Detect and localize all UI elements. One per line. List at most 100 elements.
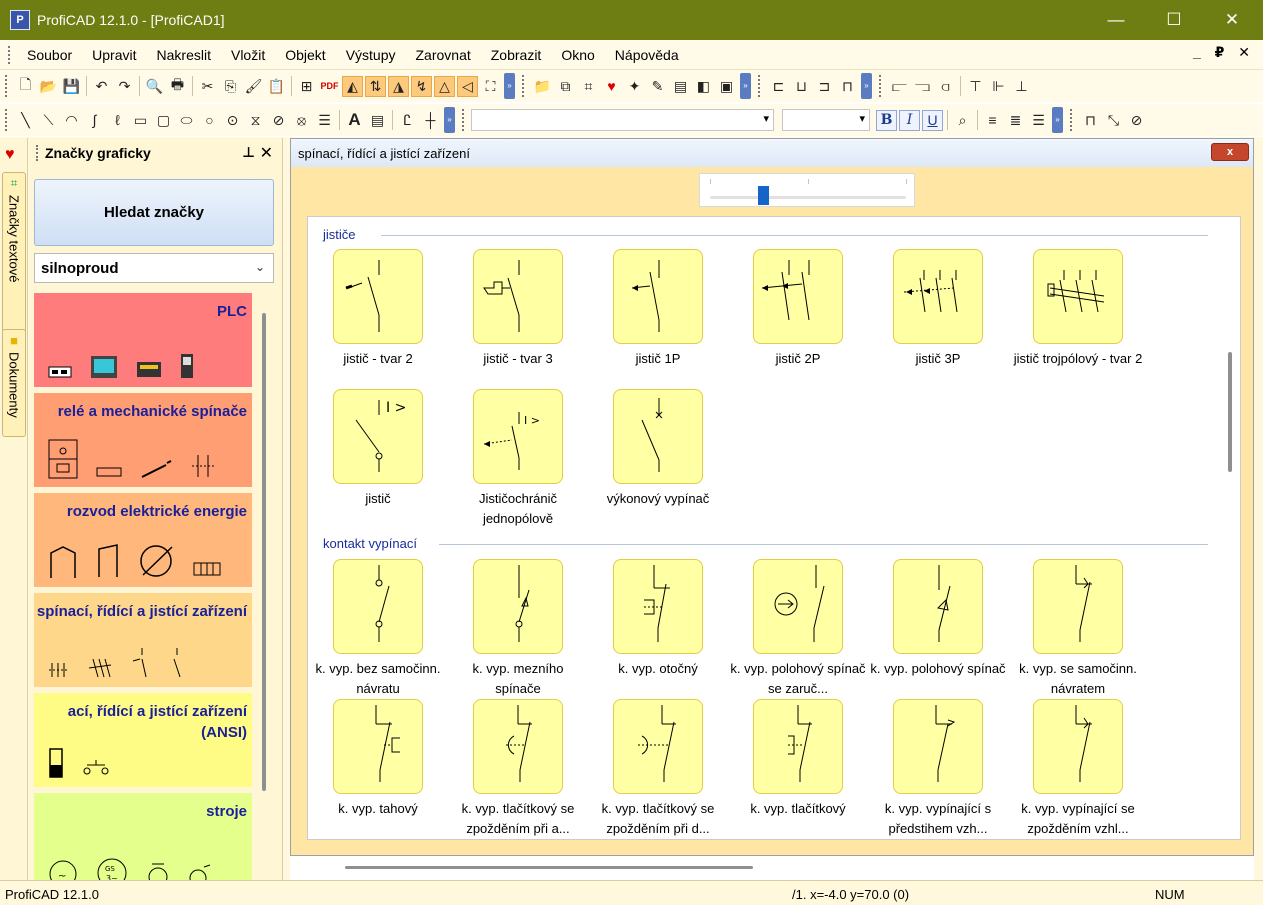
menu-grip[interactable] — [8, 45, 11, 64]
symbol-item[interactable]: k. vyp. otočný — [588, 559, 728, 679]
mirror-horizontal-icon[interactable]: ◭ — [342, 75, 363, 97]
arrow-left-icon[interactable]: ◁ — [457, 75, 478, 97]
category-select[interactable]: silnoproud ⌄ — [34, 253, 274, 283]
frame-icon[interactable]: ▣ — [716, 76, 737, 97]
connect-icon[interactable]: ⌗ — [578, 76, 599, 97]
symbol-item[interactable]: jistič 1P — [588, 249, 728, 369]
favorites-heart-icon[interactable]: ♥ — [5, 146, 15, 164]
dimension-icon[interactable]: ⊓ — [1080, 110, 1101, 131]
redo-icon[interactable]: ↷ — [114, 76, 135, 97]
no-entry-icon[interactable]: ⊘ — [268, 110, 289, 131]
category-spinaci[interactable]: spínací, řídící a jistící zařízení — [34, 593, 252, 687]
align-bars-right-icon[interactable]: ⫏ — [935, 76, 956, 97]
toolbar-grip[interactable] — [758, 75, 762, 97]
print-icon[interactable]: 🖶 — [167, 76, 188, 97]
heart-icon[interactable]: ♥ — [601, 76, 622, 97]
panel-grip[interactable] — [36, 145, 39, 161]
fullscreen-icon[interactable]: ⛶ — [480, 76, 501, 97]
lines-icon[interactable]: ☰ — [314, 110, 335, 131]
layers-icon[interactable]: ▤ — [670, 76, 691, 97]
circle-icon[interactable]: ○ — [199, 110, 220, 131]
flip-icon[interactable]: △ — [434, 75, 455, 97]
text-tool-icon[interactable]: A — [344, 110, 365, 131]
font-family-combo[interactable]: ▾ — [471, 109, 774, 131]
align-text-left-icon[interactable]: ≡ — [982, 110, 1003, 131]
hierarchy-icon[interactable]: ⧉ — [555, 76, 576, 97]
paste-icon[interactable]: 📋 — [266, 76, 287, 97]
pdf-icon[interactable]: PDF — [319, 76, 340, 97]
circle-dot-icon[interactable]: ⊙ — [222, 110, 243, 131]
ellipse-icon[interactable]: ⬭ — [176, 110, 197, 131]
sparkle-icon[interactable]: ✦ — [624, 76, 645, 97]
symbol-item[interactable]: jistič - tvar 3 — [448, 249, 588, 369]
folder-icon[interactable]: 📁 — [532, 76, 553, 97]
textbox-icon[interactable]: ▤ — [367, 110, 388, 131]
search-symbols-button[interactable]: Hledat značky — [34, 179, 274, 246]
zoom-thumb[interactable] — [757, 186, 769, 205]
maximize-button[interactable]: ☐ — [1145, 0, 1203, 40]
menu-zarovnat[interactable]: Zarovnat — [406, 47, 481, 63]
line-icon[interactable]: ╲ — [15, 110, 36, 131]
menu-zobrazit[interactable]: Zobrazit — [481, 47, 552, 63]
toolbar-grip[interactable] — [462, 109, 466, 131]
crossed-ellipse-icon[interactable]: ⦻ — [291, 110, 312, 131]
properties-icon[interactable]: ⊞ — [296, 76, 317, 97]
menu-nakreslit[interactable]: Nakreslit — [147, 47, 221, 63]
symbol-item[interactable]: jistič 2P — [728, 249, 868, 369]
menu-soubor[interactable]: Soubor — [17, 47, 82, 63]
symbol-item[interactable]: k. vyp. tahový — [308, 699, 448, 819]
symbol-item[interactable]: k. vyp. tlačítkový — [728, 699, 868, 819]
symbol-item[interactable]: k. vyp. mezního spínače — [448, 559, 588, 699]
align-bars-left-icon[interactable]: ⫍ — [889, 76, 910, 97]
toolbar-grip[interactable] — [1070, 109, 1074, 131]
menu-vlozit[interactable]: Vložit — [221, 47, 275, 63]
toolbar-grip[interactable] — [522, 75, 526, 97]
menu-napoveda[interactable]: Nápověda — [605, 47, 689, 63]
panel-close-button[interactable]: ✕ — [260, 143, 273, 163]
print-preview-icon[interactable]: 🔍 — [144, 76, 165, 97]
menu-upravit[interactable]: Upravit — [82, 47, 146, 63]
symbol-item[interactable]: k. vyp. se samočinn. návratem — [1008, 559, 1148, 699]
align-text-center-icon[interactable]: ≣ — [1005, 110, 1026, 131]
edit-icon[interactable]: ✎ — [647, 76, 668, 97]
polyline-icon[interactable]: ⟍ — [38, 110, 59, 131]
symbol-item[interactable]: k. vyp. polohový spínač se zaruč... — [728, 559, 868, 699]
rounded-rect-icon[interactable]: ▢ — [153, 110, 174, 131]
no-symbol-icon[interactable]: ⊘ — [1126, 110, 1147, 131]
bold-button[interactable]: B — [876, 109, 897, 131]
app-logo-icon[interactable]: P — [10, 10, 30, 30]
arc-icon[interactable]: ◠ — [61, 110, 82, 131]
new-file-icon[interactable]: 🗋 — [15, 76, 36, 97]
mdi-controls[interactable]: _ ₽ ✕ — [1193, 44, 1255, 61]
category-rele[interactable]: relé a mechanické spínače — [34, 393, 252, 487]
symbol-item[interactable]: jistič trojpólový - tvar 2 — [1008, 249, 1148, 369]
menu-objekt[interactable]: Objekt — [275, 47, 335, 63]
symbol-item[interactable]: k. vyp. tlačítkový se zpožděním při d... — [588, 699, 728, 839]
align-center-box-icon[interactable]: ⊔ — [791, 76, 812, 97]
curve-icon[interactable]: ∫ — [84, 110, 105, 131]
distribute-mid-icon[interactable]: ⊩ — [988, 76, 1009, 97]
toolbar-overflow-button[interactable]: » — [1052, 107, 1063, 133]
copy-icon[interactable]: ⎘ — [220, 76, 241, 97]
junction-icon[interactable]: ┼ — [420, 110, 441, 131]
open-folder-icon[interactable]: 📂 — [38, 76, 59, 97]
text-search-icon[interactable]: ⌕ — [952, 110, 973, 131]
symbol-item[interactable]: jistič 3P — [868, 249, 1008, 369]
symbol-item[interactable]: výkonový vypínač — [588, 389, 728, 509]
align-text-right-icon[interactable]: ☰ — [1028, 110, 1049, 131]
symbol-item[interactable]: k. vyp. tlačítkový se zpožděním při a... — [448, 699, 588, 839]
wire-icon[interactable]: Ꮭ — [397, 110, 418, 131]
toolbar-overflow-button[interactable]: » — [504, 73, 515, 99]
diagonal-dim-icon[interactable]: ⤡ — [1103, 110, 1124, 131]
pin-icon[interactable]: ⊥ — [242, 144, 255, 161]
toolbar-overflow-button[interactable]: » — [444, 107, 455, 133]
category-plc[interactable]: PLC — [34, 293, 252, 387]
align-bars-center-icon[interactable]: ⫎ — [912, 76, 933, 97]
distribute-top-icon[interactable]: ⊤ — [965, 76, 986, 97]
symbol-item[interactable]: k. vyp. polohový spínač — [868, 559, 1008, 679]
symbol-item[interactable]: k. vyp. bez samočinn. návratu — [308, 559, 448, 699]
font-size-combo[interactable]: ▾ — [782, 109, 870, 131]
panel-scrollbar[interactable] — [262, 313, 266, 791]
undo-icon[interactable]: ↶ — [91, 76, 112, 97]
toolbar-overflow-button[interactable]: » — [861, 73, 872, 99]
